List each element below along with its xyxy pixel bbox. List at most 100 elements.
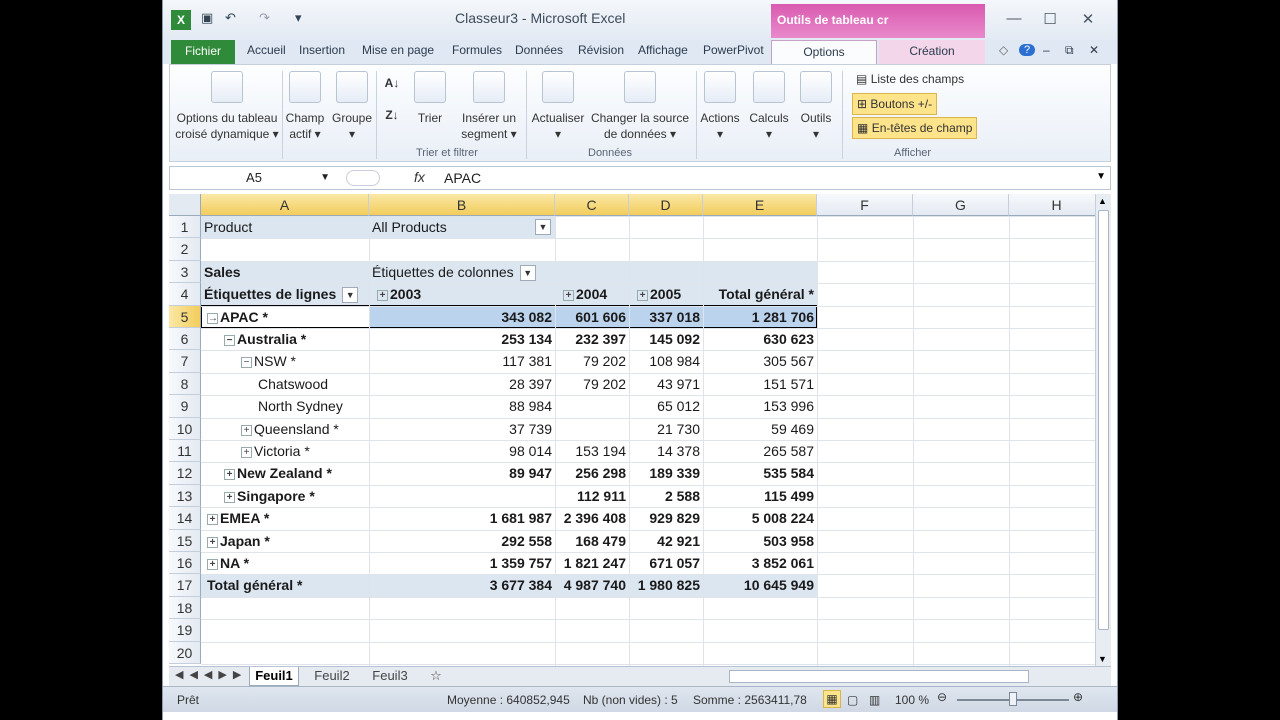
pivot-options-button[interactable]: Options du tableau croisé dynamique ▾ [172,71,282,142]
cell-c7[interactable]: 79 202 [555,350,629,372]
arrow-icon[interactable]: → [207,312,218,324]
cell-e17[interactable]: 10 645 949 [703,574,817,596]
row-header[interactable]: 7 [169,350,201,373]
row-header[interactable]: 2 [169,238,201,261]
cell-a9[interactable]: North Sydney [201,395,369,417]
horizontal-scrollbar[interactable] [729,670,1029,683]
cell-b14[interactable]: 1 681 987 [369,507,555,529]
help-icon[interactable]: ? [1019,44,1035,56]
cell-c6[interactable]: 232 397 [555,328,629,350]
scroll-down-icon[interactable]: ▼ [1098,654,1107,664]
row-header[interactable]: 9 [169,395,201,418]
normal-view-icon[interactable]: ▦ [823,690,841,708]
cell-a4[interactable]: Étiquettes de lignes ▼ [201,283,369,305]
customize-qat-icon[interactable]: ▾ [295,10,302,30]
row-header[interactable]: 12 [169,462,201,485]
cell-e14[interactable]: 5 008 224 [703,507,817,529]
row-header[interactable]: 3 [169,260,201,284]
cell-b13[interactable] [369,485,555,507]
cell-e12[interactable]: 535 584 [703,462,817,484]
filter-dropdown-icon[interactable]: ▼ [342,287,359,304]
cell-b3[interactable]: Étiquettes de colonnes ▼ [369,261,555,283]
cell-e15[interactable]: 503 958 [703,530,817,552]
cell-d7[interactable]: 108 984 [629,350,703,372]
cell-d15[interactable]: 42 921 [629,530,703,552]
cell-e11[interactable]: 265 587 [703,440,817,462]
tab-fichier[interactable]: Fichier [171,40,235,64]
cell-c14[interactable]: 2 396 408 [555,507,629,529]
row-header[interactable]: 8 [169,372,201,396]
tab-mise-en-page[interactable]: Mise en page [362,43,434,57]
cell-c9[interactable] [555,395,629,417]
insert-sheet-icon[interactable]: ☆ [425,667,447,686]
cell-a17[interactable]: Total général * [201,574,369,596]
cell-b15[interactable]: 292 558 [369,530,555,552]
cell-a14[interactable]: + EMEA * [201,507,369,529]
cell-b7[interactable]: 117 381 [369,350,555,372]
cell-a13[interactable]: + Singapore * [201,485,369,507]
filter-dropdown-icon[interactable]: ▼ [535,219,551,235]
tab-accueil[interactable]: Accueil [247,43,286,57]
cell-a3[interactable]: Sales [201,261,369,283]
workbook-close-icon[interactable]: ✕ [1089,43,1099,57]
tab-formules[interactable]: Formules [452,43,502,57]
zoom-out-icon[interactable]: ⊖ [937,690,947,704]
page-layout-icon[interactable]: ▢ [847,693,858,707]
column-header-h[interactable]: H [1009,194,1097,216]
cell-c11[interactable]: 153 194 [555,440,629,462]
group-button[interactable]: Groupe ▾ [330,71,374,142]
cell-e8[interactable]: 151 571 [703,373,817,395]
zoom-in-icon[interactable]: ⊕ [1073,690,1083,704]
tab-options[interactable]: Options [771,40,877,65]
cell-c5[interactable]: 601 606 [555,306,629,328]
cell-b11[interactable]: 98 014 [369,440,555,462]
cell-a10[interactable]: + Queensland * [201,418,369,440]
sheet-tab-feuil1[interactable]: Feuil1 [249,667,299,686]
filter-dropdown-icon[interactable]: ▼ [519,265,536,282]
formula-input[interactable]: APAC [444,170,481,186]
cell-b1[interactable]: All Products ▼ [369,216,555,238]
undo-icon[interactable]: ↶ [225,10,236,30]
cell-e16[interactable]: 3 852 061 [703,552,817,574]
cell-b9[interactable]: 88 984 [369,395,555,417]
row-header[interactable]: 6 [169,328,201,351]
cell-d16[interactable]: 671 057 [629,552,703,574]
zoom-slider-thumb[interactable] [1009,692,1017,706]
row-header[interactable]: 11 [169,440,201,463]
zoom-level[interactable]: 100 % [895,693,929,707]
cell-c4[interactable]: +2004 [555,283,629,305]
active-field-button[interactable]: Champ actif ▾ [284,71,326,142]
cell-b16[interactable]: 1 359 757 [369,552,555,574]
row-header[interactable]: 14 [169,507,201,530]
vertical-scrollbar[interactable]: ▲ ▼ [1095,194,1111,666]
expand-icon[interactable]: + [241,424,252,436]
insert-function-icon[interactable]: fx [414,169,425,185]
cell-c12[interactable]: 256 298 [555,462,629,484]
sort-button[interactable]: Trier [410,71,450,126]
row-header[interactable]: 18 [169,596,201,620]
expand-formula-icon[interactable]: ▼ [1096,171,1106,182]
cell-a8[interactable]: Chatswood [201,373,369,395]
row-header[interactable]: 17 [169,574,201,597]
column-header-g[interactable]: G [913,194,1009,216]
expand-icon[interactable]: + [563,290,574,302]
row-header[interactable]: 15 [169,529,201,552]
expand-icon[interactable]: + [207,559,218,570]
row-header[interactable]: 5 [169,305,201,328]
cell-e10[interactable]: 59 469 [703,418,817,440]
cell-a6[interactable]: − Australia * [201,328,369,350]
formula-bar-expander[interactable] [346,170,380,186]
actions-button[interactable]: Actions ▾ [698,71,742,142]
tab-affichage[interactable]: Affichage [638,43,688,57]
cell-a15[interactable]: + Japan * [201,530,369,552]
workbook-restore-icon[interactable]: ⧉ [1065,43,1074,58]
field-headers-toggle[interactable]: ▦ En-têtes de champ [852,117,978,139]
sheet-tab-feuil3[interactable]: Feuil3 [365,667,415,686]
cell-a5[interactable]: → APAC * [201,306,369,328]
cell-d4[interactable]: +2005 [629,283,703,305]
cell-d9[interactable]: 65 012 [629,395,703,417]
buttons-toggle[interactable]: ⊞ Boutons +/- [852,93,938,115]
chevron-down-icon[interactable]: ▼ [320,167,330,189]
cell-d14[interactable]: 929 829 [629,507,703,529]
cell-a11[interactable]: + Victoria * [201,440,369,462]
